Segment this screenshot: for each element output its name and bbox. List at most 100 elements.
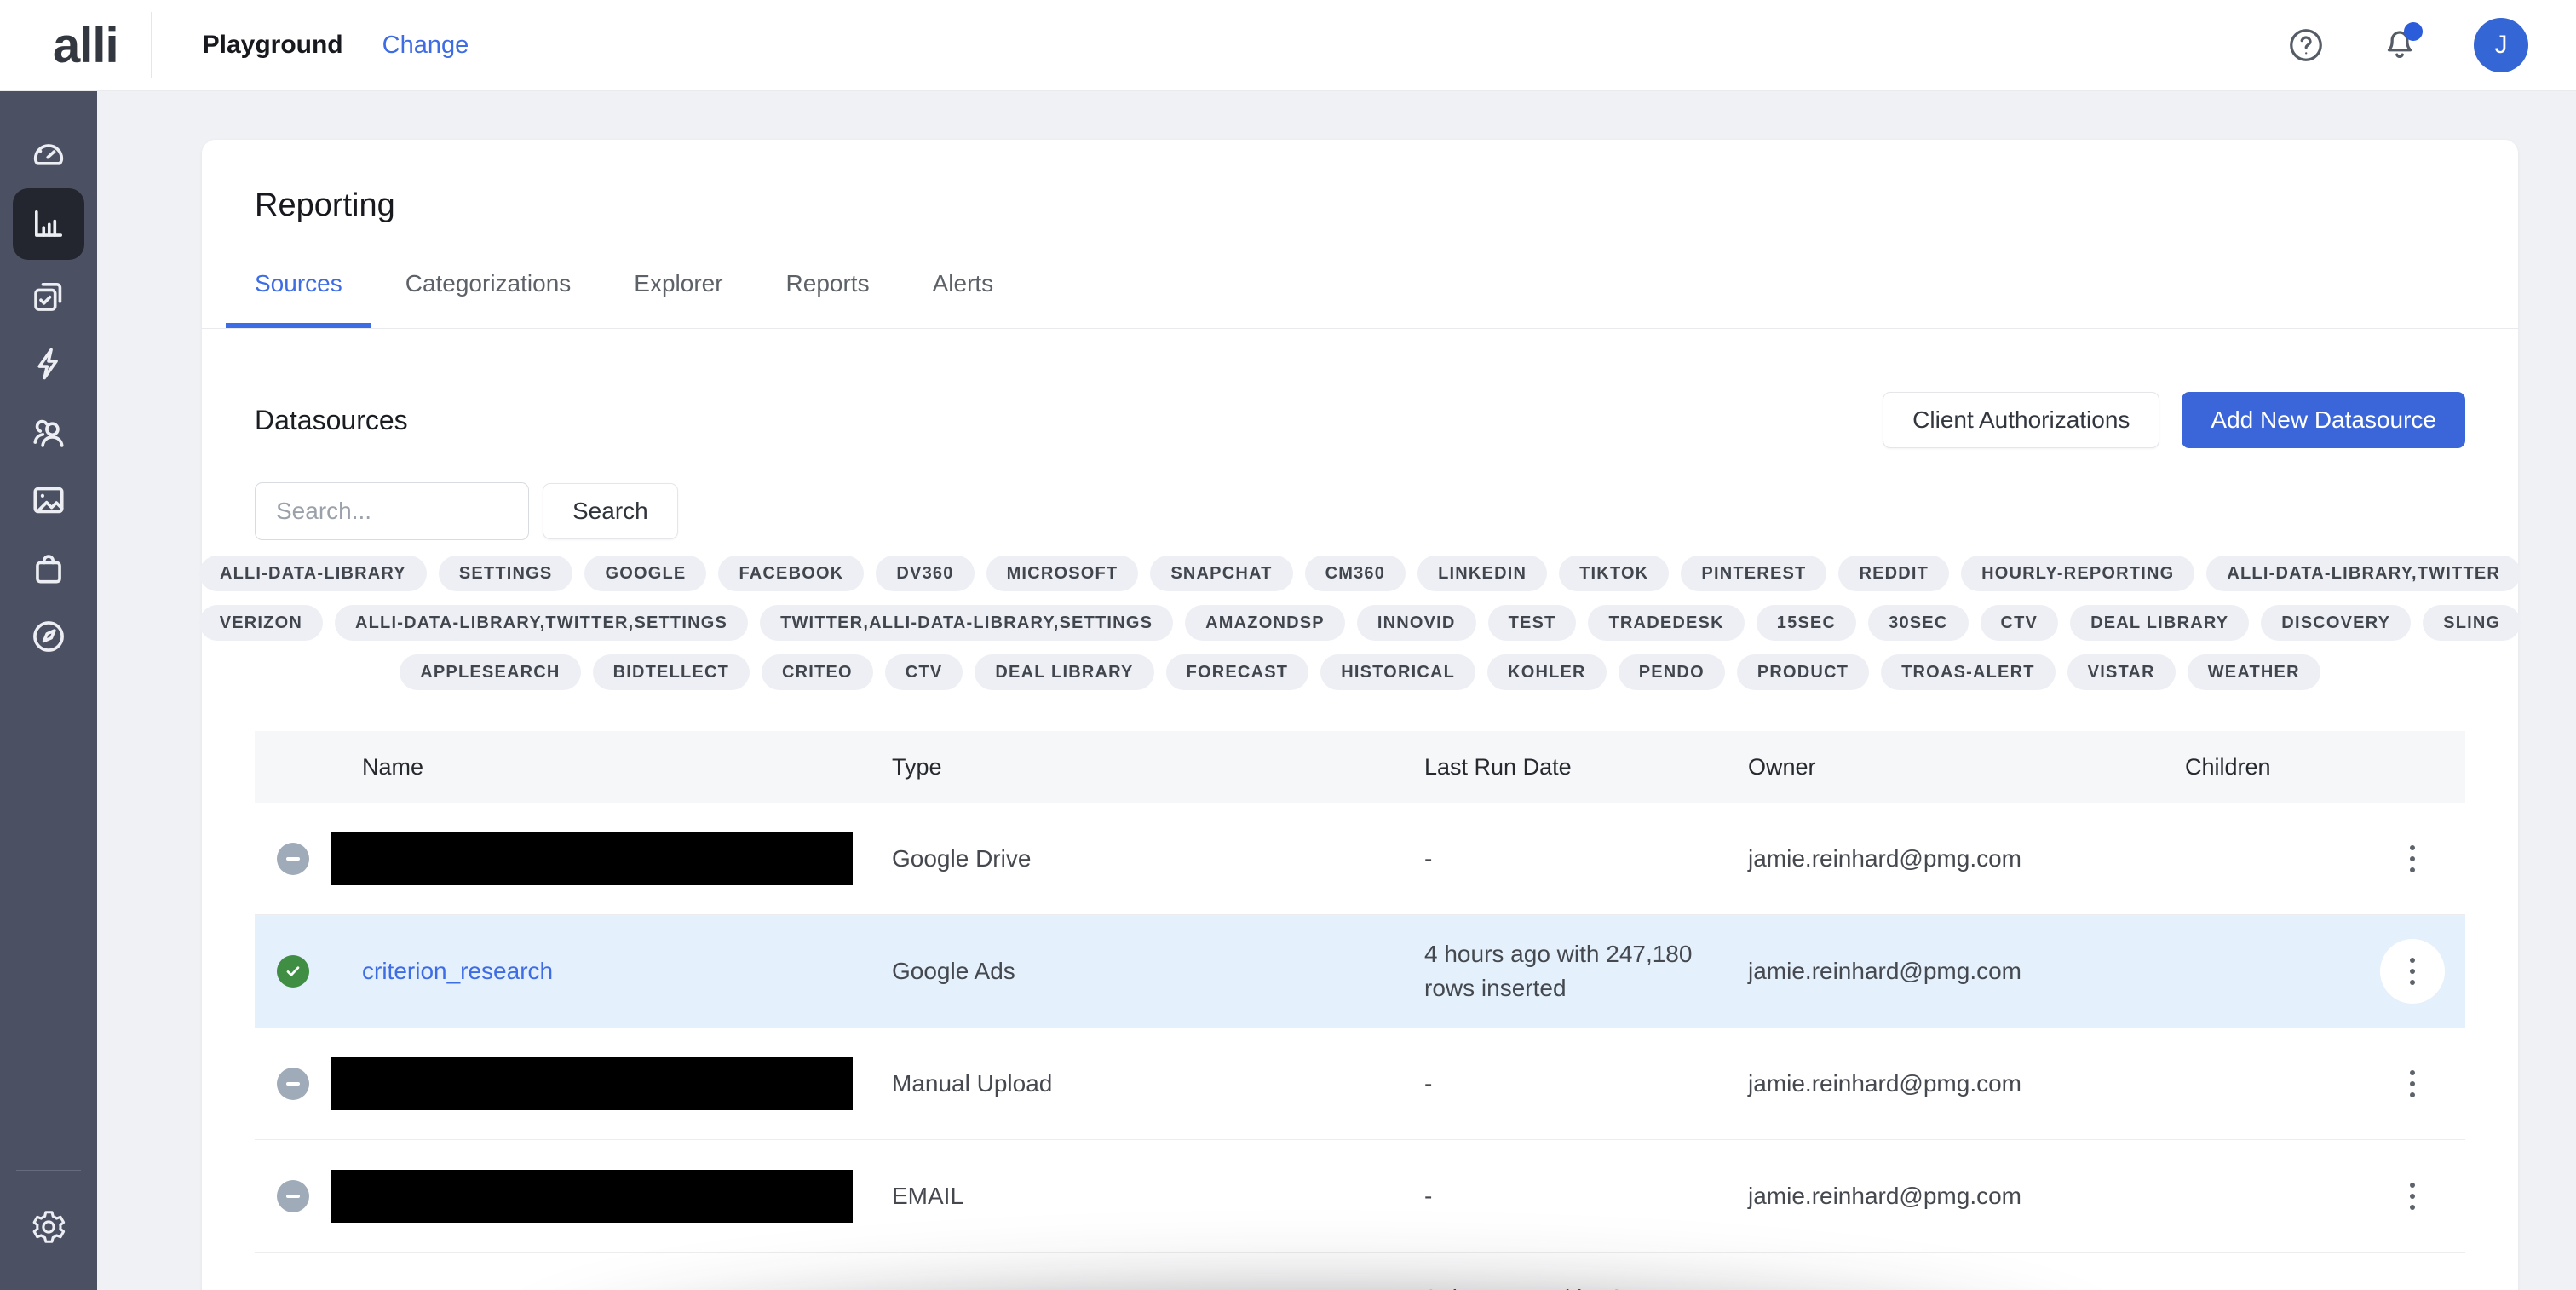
alli-logo[interactable]: alli: [53, 17, 118, 74]
add-new-datasource-button[interactable]: Add New Datasource: [2182, 392, 2465, 448]
top-bar: alli Playground Change J: [0, 0, 2576, 91]
tag-chip[interactable]: KOHLER: [1487, 654, 1607, 690]
header-type: Type: [892, 754, 1424, 780]
status-minus-icon: [277, 1068, 309, 1100]
sidebar-item-settings[interactable]: [13, 1193, 84, 1261]
redacted-name-box: [331, 1170, 853, 1223]
tag-chip[interactable]: 15SEC: [1757, 605, 1856, 641]
tag-chip[interactable]: TIKTOK: [1559, 556, 1669, 591]
header-children: Children: [2185, 754, 2465, 780]
sidebar-item-reporting[interactable]: [13, 188, 84, 260]
status-check-icon: [277, 955, 309, 988]
tag-chip[interactable]: SNAPCHAT: [1150, 556, 1292, 591]
sidebar-item-shop[interactable]: [13, 534, 84, 602]
table-row[interactable]: Google Drive-jamie.reinhard@pmg.com: [255, 803, 2465, 915]
kebab-menu-button[interactable]: [2380, 1164, 2445, 1229]
sidebar-item-discover[interactable]: [13, 602, 84, 671]
status-cell: [255, 1180, 331, 1212]
status-minus-icon: [277, 1180, 309, 1212]
sidebar-nav: [13, 118, 84, 671]
tag-chip[interactable]: FORECAST: [1166, 654, 1309, 690]
tag-chip[interactable]: 30SEC: [1868, 605, 1968, 641]
tag-chip[interactable]: DV360: [876, 556, 974, 591]
name-cell: [331, 832, 892, 885]
notifications-bell-icon[interactable]: [2380, 26, 2419, 65]
tag-chip[interactable]: BIDTELLECT: [593, 654, 750, 690]
kebab-icon: [2410, 1070, 2415, 1097]
tag-chip[interactable]: WEATHER: [2188, 654, 2320, 690]
datasources-title: Datasources: [255, 405, 1883, 436]
table-row[interactable]: Manual Upload-jamie.reinhard@pmg.com: [255, 1028, 2465, 1140]
tab-categorizations[interactable]: Categorizations: [377, 270, 601, 328]
sidebar-item-tasks[interactable]: [13, 262, 84, 330]
owner-cell: jamie.reinhard@pmg.com: [1748, 1070, 2185, 1097]
table-row[interactable]: 3 days ago with 107 rows: [255, 1253, 2465, 1290]
tag-chip[interactable]: SLING: [2423, 605, 2521, 641]
tag-chip[interactable]: CTV: [1981, 605, 2059, 641]
header-owner: Owner: [1748, 754, 2185, 780]
table-row[interactable]: EMAIL-jamie.reinhard@pmg.com: [255, 1140, 2465, 1253]
kebab-menu-button[interactable]: [2380, 826, 2445, 891]
tag-chip[interactable]: AMAZONDSP: [1185, 605, 1345, 641]
tag-chip[interactable]: PINTEREST: [1681, 556, 1826, 591]
tag-chip[interactable]: CTV: [885, 654, 963, 690]
user-avatar[interactable]: J: [2474, 18, 2528, 72]
tag-chip[interactable]: GOOGLE: [584, 556, 706, 591]
tag-chip[interactable]: ALLI-DATA-LIBRARY,TWITTER,SETTINGS: [335, 605, 748, 641]
kebab-menu-button[interactable]: [2380, 939, 2445, 1004]
tag-chip[interactable]: VISTAR: [2067, 654, 2176, 690]
tag-chip[interactable]: APPLESEARCH: [400, 654, 580, 690]
tab-sources[interactable]: Sources: [226, 270, 371, 328]
tag-chip[interactable]: FACEBOOK: [718, 556, 864, 591]
table-row[interactable]: criterion_researchGoogle Ads4 hours ago …: [255, 915, 2465, 1028]
tag-chip[interactable]: LINKEDIN: [1417, 556, 1547, 591]
image-icon: [29, 481, 68, 520]
search-input[interactable]: [255, 482, 529, 540]
tag-chip[interactable]: PRODUCT: [1737, 654, 1869, 690]
type-cell: EMAIL: [892, 1183, 1424, 1210]
tab-alerts[interactable]: Alerts: [904, 270, 1023, 328]
sidebar-item-dashboard[interactable]: [13, 118, 84, 187]
tab-reports[interactable]: Reports: [757, 270, 899, 328]
tag-chip[interactable]: HOURLY-REPORTING: [1961, 556, 2194, 591]
tag-chip[interactable]: PENDO: [1619, 654, 1725, 690]
tag-chip[interactable]: HISTORICAL: [1320, 654, 1475, 690]
sidebar-item-audiences[interactable]: [13, 398, 84, 466]
tag-chip[interactable]: REDDIT: [1838, 556, 1949, 591]
search-button[interactable]: Search: [543, 483, 678, 539]
tag-chip[interactable]: ALLI-DATA-LIBRARY,TWITTER: [2206, 556, 2521, 591]
type-cell: [892, 1253, 1424, 1281]
table-header-row: Name Type Last Run Date Owner Children: [255, 731, 2465, 803]
page-title: Reporting: [255, 140, 2465, 224]
topbar-divider: [151, 12, 152, 78]
compass-icon: [29, 617, 68, 656]
sidebar-item-automation[interactable]: [13, 330, 84, 398]
tag-chip[interactable]: TROAS-ALERT: [1881, 654, 2056, 690]
tag-chip[interactable]: MICROSOFT: [986, 556, 1139, 591]
datasource-name-link[interactable]: criterion_research: [331, 958, 553, 984]
client-authorizations-button[interactable]: Client Authorizations: [1883, 392, 2159, 448]
tab-explorer[interactable]: Explorer: [605, 270, 751, 328]
tag-chip[interactable]: DEAL LIBRARY: [975, 654, 1153, 690]
tag-chip[interactable]: SETTINGS: [439, 556, 573, 591]
change-workspace-link[interactable]: Change: [382, 32, 469, 60]
tag-chip[interactable]: TRADEDESK: [1588, 605, 1744, 641]
last-run-cell: -: [1424, 842, 1748, 876]
status-minus-icon: [277, 843, 309, 875]
bar-chart-icon: [29, 204, 68, 244]
redacted-name-box: [331, 1057, 853, 1110]
tag-chip[interactable]: DEAL LIBRARY: [2070, 605, 2249, 641]
tag-chip[interactable]: CM360: [1305, 556, 1406, 591]
tag-chip[interactable]: TWITTER,ALLI-DATA-LIBRARY,SETTINGS: [760, 605, 1173, 641]
kebab-menu-button[interactable]: [2380, 1051, 2445, 1116]
sidebar-item-creative[interactable]: [13, 466, 84, 534]
table-body: Google Drive-jamie.reinhard@pmg.comcrite…: [255, 803, 2465, 1290]
tag-chip[interactable]: TEST: [1488, 605, 1577, 641]
tag-chip[interactable]: ALLI-DATA-LIBRARY: [199, 556, 427, 591]
status-cell: [255, 843, 331, 875]
tag-chip[interactable]: VERIZON: [199, 605, 323, 641]
help-icon[interactable]: [2286, 26, 2326, 65]
tag-chip[interactable]: INNOVID: [1357, 605, 1476, 641]
tag-chip[interactable]: CRITEO: [762, 654, 873, 690]
tag-chip[interactable]: DISCOVERY: [2261, 605, 2411, 641]
